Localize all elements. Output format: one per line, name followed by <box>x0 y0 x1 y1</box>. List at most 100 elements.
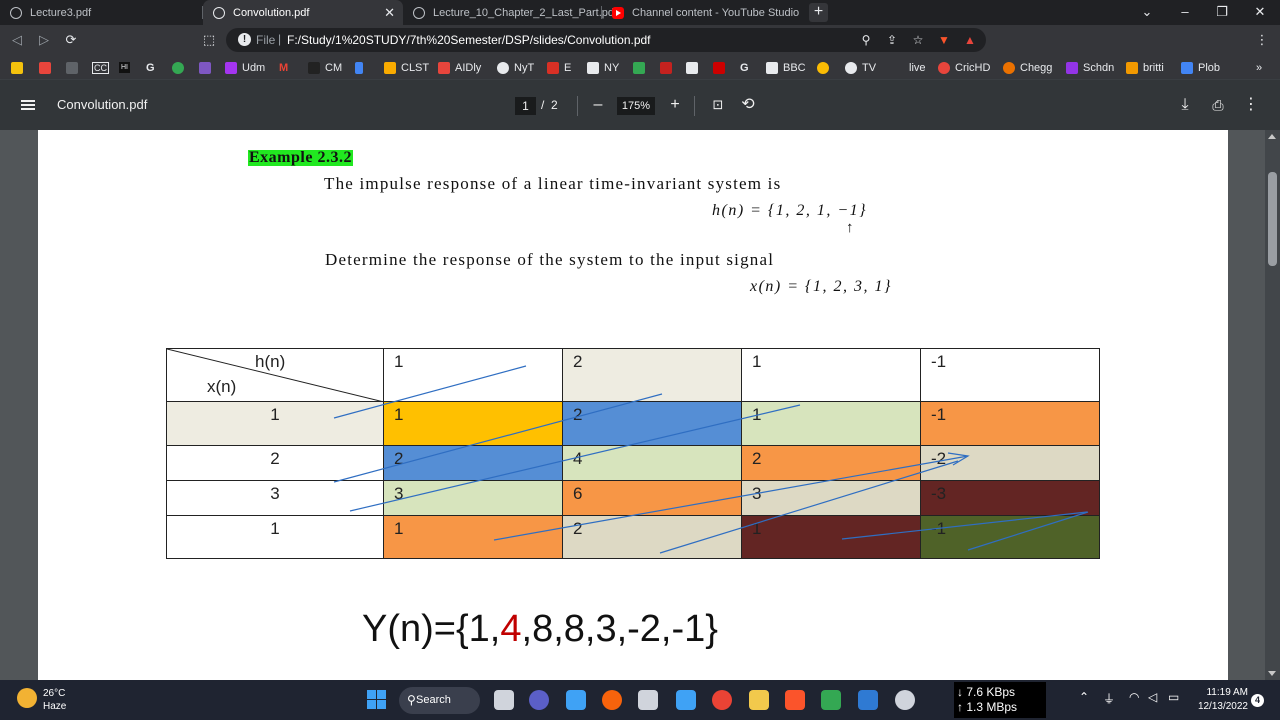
bookmark-plob[interactable]: Plob <box>1181 60 1220 75</box>
close-tab-icon[interactable]: ✕ <box>384 5 395 21</box>
youtube-icon <box>612 6 624 19</box>
bookmark-item[interactable] <box>686 60 703 75</box>
wifi-icon[interactable]: ◠ <box>1129 690 1139 704</box>
file-explorer-icon[interactable] <box>749 690 769 710</box>
url-input[interactable]: ! File | F:/Study/1%20STUDY/7th%20Semest… <box>226 28 986 52</box>
bookmark-label: live <box>909 61 926 74</box>
origin-arrow-icon: ↑ <box>846 220 854 236</box>
bookmark-clst[interactable]: CLST <box>384 60 429 75</box>
tab-convolution[interactable]: Convolution.pdf ✕ <box>203 0 403 25</box>
chrome-icon[interactable] <box>712 690 732 710</box>
bookmark-crichd[interactable]: CricHD <box>938 60 990 75</box>
weather-widget[interactable]: 26°C Haze <box>43 687 66 713</box>
close-window-button[interactable]: ✕ <box>1245 2 1275 22</box>
more-bookmarks-icon[interactable]: » <box>1256 60 1262 75</box>
notepad-icon[interactable] <box>566 690 586 710</box>
bookmark-bbc[interactable]: BBC <box>766 60 806 75</box>
bookmark-e[interactable]: E <box>547 60 571 75</box>
menu-icon[interactable] <box>21 100 35 110</box>
windows-start-icon[interactable] <box>367 690 386 709</box>
print-icon[interactable]: ⎙ <box>1207 94 1229 116</box>
bookmark-item[interactable] <box>66 60 83 75</box>
scroll-up-icon[interactable] <box>1268 134 1276 139</box>
bookmark-item[interactable] <box>11 60 28 75</box>
forward-icon[interactable]: ▷ <box>34 30 54 50</box>
bookmark-tv[interactable]: TV <box>845 60 876 75</box>
volume-icon[interactable]: ◁ <box>1148 690 1157 704</box>
back-icon[interactable]: ◁ <box>7 30 27 50</box>
minimize-button[interactable]: – <box>1170 2 1200 22</box>
info-icon[interactable]: ! <box>238 33 251 46</box>
brave-icon[interactable] <box>785 690 805 710</box>
bookmark-item[interactable]: M <box>279 60 288 75</box>
tab-lecture10[interactable]: Lecture_10_Chapter_2_Last_Part.pdf <box>403 0 617 25</box>
reload-icon[interactable]: ⟳ <box>61 30 81 50</box>
menu-icon[interactable]: ⋮ <box>1252 30 1272 50</box>
bookmark-nyt[interactable]: NyT <box>497 60 534 75</box>
vertical-scrollbar[interactable] <box>1265 130 1280 680</box>
bookmark-udm[interactable]: Udm <box>225 60 265 75</box>
search-app-icon[interactable] <box>602 690 622 710</box>
tab-search-button[interactable]: ⌄ <box>1132 2 1162 22</box>
app-icon[interactable] <box>895 690 915 710</box>
weather-icon[interactable] <box>17 688 37 708</box>
bookmark-item[interactable] <box>633 60 650 75</box>
bookmark-item[interactable]: HI <box>119 60 130 75</box>
bookmark-icon[interactable]: ⬚ <box>199 30 219 50</box>
bookmark-schdn[interactable]: Schdn <box>1066 60 1114 75</box>
bookmark-aidly[interactable]: AIDly <box>438 60 481 75</box>
bookmark-item[interactable] <box>713 60 730 75</box>
bookmark-item[interactable] <box>172 60 189 75</box>
tab-youtube-studio[interactable]: Channel content - YouTube Studio <box>602 0 802 25</box>
bookmark-item[interactable]: CC <box>92 60 109 75</box>
show-hidden-icons-icon[interactable]: ⌃ <box>1079 690 1089 704</box>
page-number-input[interactable]: 1 <box>515 97 536 115</box>
bookmark-item[interactable] <box>660 60 677 75</box>
bookmark-favicon-icon <box>355 61 363 74</box>
microphone-icon[interactable]: ⏚ <box>1103 690 1115 707</box>
bookmark-favicon-icon <box>686 61 698 74</box>
bookmark-live[interactable]: live <box>909 60 926 75</box>
bookmark-item[interactable]: G <box>146 60 155 75</box>
url-divider: | <box>278 32 282 46</box>
scroll-down-icon[interactable] <box>1268 671 1276 676</box>
bookmark-ny[interactable]: NY <box>587 60 619 75</box>
notification-badge[interactable]: 4 <box>1251 694 1264 707</box>
bookmark-item[interactable] <box>199 60 216 75</box>
zoom-in-button[interactable]: + <box>664 94 686 116</box>
taskbar-search[interactable]: ⚲ Search <box>399 687 480 714</box>
scroll-thumb[interactable] <box>1268 172 1277 266</box>
brave-shield-icon[interactable]: ▼ <box>936 32 952 48</box>
tab-label: Convolution.pdf <box>233 6 310 19</box>
share-icon[interactable]: ⇪ <box>884 32 900 48</box>
more-options-icon[interactable]: ⋮ <box>1240 94 1262 116</box>
zoom-out-button[interactable]: – <box>587 94 609 116</box>
fit-page-icon[interactable]: ⊡ <box>707 94 729 116</box>
brave-rewards-icon[interactable]: ▲ <box>962 32 978 48</box>
app-icon[interactable] <box>638 690 658 710</box>
zoom-level-input[interactable]: 175% <box>617 97 655 115</box>
battery-icon[interactable]: ▭ <box>1168 690 1179 704</box>
tab-lecture3[interactable]: Lecture3.pdf <box>0 0 200 25</box>
clock[interactable]: 11:19 AM 12/13/2022 <box>1190 686 1248 714</box>
rotate-icon[interactable]: ⟲ <box>737 94 759 116</box>
pdf-viewer[interactable]: Example 2.3.2 The impulse response of a … <box>0 130 1280 680</box>
product-cell: 4 <box>562 445 742 481</box>
store-icon[interactable] <box>676 690 696 710</box>
bookmark-chegg[interactable]: Chegg <box>1003 60 1052 75</box>
bookmark-item[interactable] <box>355 60 368 75</box>
zoom-icon[interactable]: ⚲ <box>858 32 874 48</box>
vscode-icon[interactable] <box>858 690 878 710</box>
bookmark-cm[interactable]: CM <box>308 60 342 75</box>
app-icon[interactable] <box>821 690 841 710</box>
download-icon[interactable]: ⤓ <box>1174 94 1196 116</box>
new-tab-button[interactable]: + <box>809 3 828 22</box>
chat-icon[interactable] <box>529 690 549 710</box>
bookmark-item[interactable]: G <box>740 60 749 75</box>
bookmark-item[interactable] <box>39 60 56 75</box>
star-icon[interactable]: ☆ <box>910 32 926 48</box>
task-view-icon[interactable] <box>494 690 514 710</box>
bookmark-item[interactable] <box>817 60 834 75</box>
maximize-button[interactable]: ❐ <box>1207 2 1237 22</box>
bookmark-britti[interactable]: britti <box>1126 60 1164 75</box>
